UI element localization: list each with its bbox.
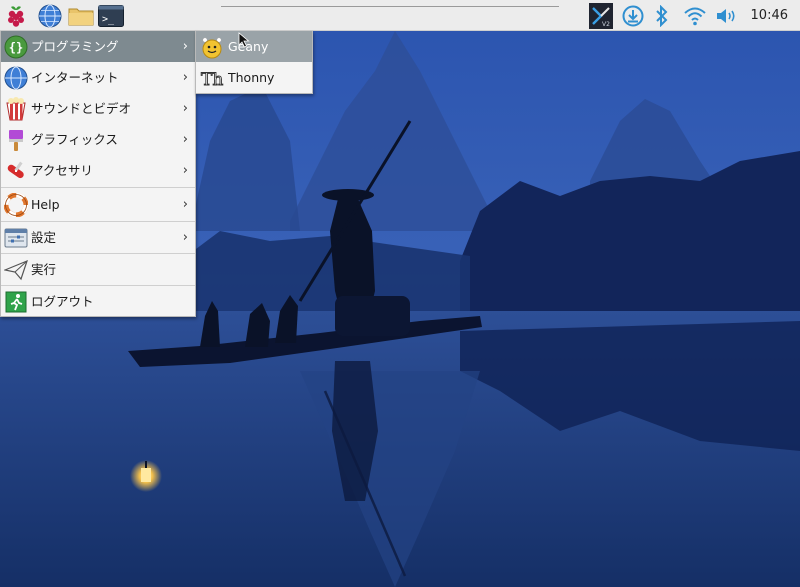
volume-tray-button[interactable] (714, 3, 740, 29)
vnc-icon: V2 (589, 3, 613, 29)
menu-item-internet[interactable]: インターネット › (1, 62, 195, 93)
submenu-arrow-icon: › (182, 101, 188, 116)
terminal-launcher[interactable]: >_ (98, 3, 124, 29)
submenu-arrow-icon: › (182, 163, 188, 178)
submenu-arrow-icon: › (182, 39, 188, 54)
braces-icon: {} (3, 34, 28, 59)
taskbar-area[interactable] (221, 6, 559, 7)
menu-item-run[interactable]: 実行 (1, 254, 195, 285)
submenu-arrow-icon: › (182, 197, 188, 212)
menu-item-label: インターネット (31, 70, 119, 85)
top-panel: >_ V2 10:46 (0, 0, 800, 31)
raspberry-menu-button[interactable] (3, 3, 29, 29)
menu-separator (1, 187, 195, 188)
vnc-tray-button[interactable]: V2 (588, 3, 614, 29)
menu-item-accessories[interactable]: アクセサリ › (1, 155, 195, 186)
thonny-icon: Th (199, 65, 224, 90)
menu-item-programming[interactable]: {} プログラミング › (1, 31, 195, 62)
updater-tray-button[interactable] (620, 3, 646, 29)
paper-plane-icon (3, 257, 28, 282)
wifi-icon (684, 7, 706, 26)
menu-item-logout[interactable]: ログアウト (1, 286, 195, 317)
panel-clock[interactable]: 10:46 (751, 0, 788, 31)
svg-text:V2: V2 (602, 21, 610, 28)
globe-icon (3, 65, 28, 90)
menu-item-preferences[interactable]: 設定 › (1, 222, 195, 253)
web-browser-icon (38, 4, 62, 28)
web-browser-launcher[interactable] (37, 3, 63, 29)
updater-icon (622, 5, 644, 27)
file-manager-icon (68, 8, 94, 26)
bluetooth-icon (656, 5, 668, 27)
svg-text:Th: Th (201, 70, 223, 90)
submenu-arrow-icon: › (182, 70, 188, 85)
submenu-arrow-icon: › (182, 132, 188, 147)
paintbrush-icon (3, 127, 28, 152)
popcorn-icon (3, 96, 28, 121)
svg-text:{}: {} (8, 40, 22, 54)
submenu-item-geany[interactable]: Geany (196, 31, 312, 62)
programming-submenu: Geany Th Thonny (195, 31, 313, 94)
volume-icon (717, 9, 735, 23)
application-menu: {} プログラミング › インターネット › サウンドとビデオ › グラフィック… (0, 31, 196, 317)
menu-item-label: グラフィックス (31, 132, 118, 147)
swiss-knife-icon (3, 158, 28, 183)
menu-item-label: 実行 (31, 262, 57, 277)
menu-item-sound-video[interactable]: サウンドとビデオ › (1, 93, 195, 124)
mouse-cursor-icon (238, 32, 250, 48)
menu-item-label: サウンドとビデオ (31, 101, 132, 116)
menu-item-label: アクセサリ (31, 163, 93, 178)
svg-text:>_: >_ (102, 14, 115, 25)
bluetooth-tray-button[interactable] (652, 3, 672, 29)
menu-item-label: プログラミング (31, 39, 119, 54)
menu-item-label: Help (31, 197, 60, 212)
lifebuoy-icon (3, 192, 28, 217)
geany-icon (199, 34, 224, 59)
menu-item-label: 設定 (31, 230, 57, 245)
menu-item-label: ログアウト (31, 294, 94, 309)
file-manager-launcher[interactable] (68, 3, 94, 29)
menu-item-graphics[interactable]: グラフィックス › (1, 124, 195, 155)
wifi-tray-button[interactable] (682, 3, 708, 29)
raspberry-menu-icon (8, 6, 24, 27)
terminal-icon: >_ (98, 5, 124, 27)
settings-panel-icon (3, 225, 28, 250)
submenu-arrow-icon: › (182, 230, 188, 245)
submenu-item-thonny[interactable]: Th Thonny (196, 62, 312, 93)
exit-icon (3, 289, 28, 314)
submenu-item-label: Thonny (228, 70, 275, 85)
menu-item-help[interactable]: Help › (1, 189, 195, 220)
